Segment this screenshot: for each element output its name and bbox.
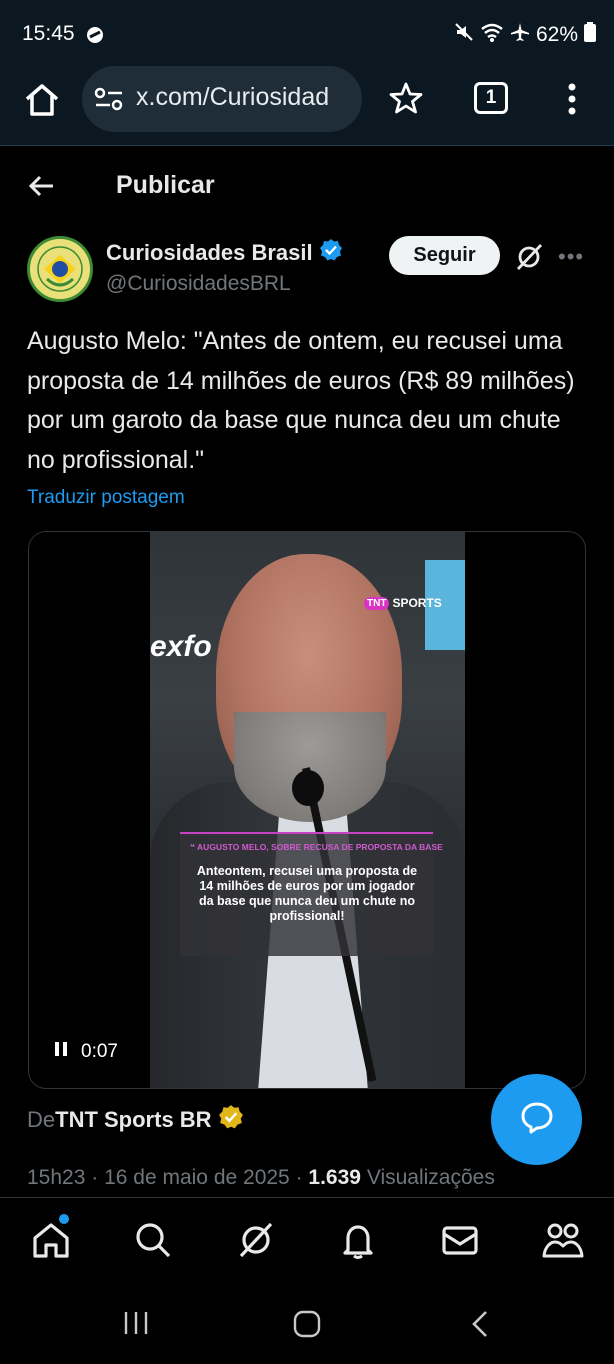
tab-switcher-button[interactable]: 1	[474, 82, 508, 114]
video-controls: 0:07	[53, 1040, 118, 1064]
pause-icon[interactable]	[53, 1040, 69, 1064]
mute-icon	[454, 22, 474, 48]
post-date: 16 de maio de 2025	[104, 1166, 290, 1189]
video-caption-card: ❝ AUGUSTO MELO, SOBRE RECUSA DE PROPOSTA…	[180, 832, 443, 956]
verified-org-badge-icon	[218, 1104, 244, 1136]
bell-icon	[343, 1225, 373, 1259]
search-icon	[136, 1223, 171, 1258]
caption-body: Anteontem, recusei uma proposta de 14 mi…	[196, 864, 418, 923]
author-handle[interactable]: @CuriosidadesBRL	[106, 272, 291, 296]
verified-badge-icon	[319, 238, 343, 268]
system-navigation-bar	[0, 1283, 614, 1364]
more-options-icon[interactable]: •••	[558, 244, 584, 270]
url-text: x.com/Curiosidad	[136, 83, 330, 111]
video-frame: exfo TNT SPORTS ❝ AUGUSTO MELO, SOBRE RE…	[150, 532, 465, 1088]
caption-header-text: AUGUSTO MELO, SOBRE RECUSA DE PROPOSTA D…	[197, 842, 443, 852]
video-elapsed-time: 0:07	[81, 1041, 118, 1062]
tab-notifications[interactable]	[338, 1220, 378, 1260]
recent-apps-icon[interactable]	[122, 1309, 150, 1342]
tab-communities[interactable]	[542, 1220, 584, 1260]
views-label: Visualizações	[366, 1166, 495, 1189]
post-meta: 15h23 · 16 de maio de 2025 · 1.639 Visua…	[27, 1166, 495, 1189]
address-bar[interactable]: x.com/Curiosidad	[82, 66, 362, 132]
source-prefix: De	[27, 1107, 56, 1132]
views-count: 1.639	[308, 1166, 361, 1189]
page-title: Publicar	[116, 171, 215, 199]
caption-header: ❝ AUGUSTO MELO, SOBRE RECUSA DE PROPOSTA…	[190, 842, 443, 852]
home-icon	[33, 1223, 69, 1258]
battery-icon	[584, 22, 596, 48]
dnd-icon	[86, 26, 104, 49]
notification-dot	[59, 1214, 69, 1224]
wifi-icon	[480, 22, 504, 48]
tab-home[interactable]	[31, 1214, 71, 1260]
status-indicators: 62%	[454, 22, 596, 48]
airplane-icon	[510, 22, 530, 48]
microphone-icon	[292, 770, 324, 806]
follow-button[interactable]: Seguir	[389, 236, 500, 275]
tab-search[interactable]	[133, 1220, 173, 1260]
browser-home-icon[interactable]	[22, 80, 62, 120]
tnt-logo: TNT	[364, 596, 390, 610]
tab-grok[interactable]	[236, 1220, 276, 1260]
background-sponsor-text: exfo	[150, 630, 212, 663]
bottom-tab-bar	[0, 1197, 614, 1283]
post-text: Augusto Melo: "Antes de ontem, eu recuse…	[27, 327, 575, 474]
tnt-sports-label: SPORTS	[392, 596, 442, 610]
bookmark-star-icon[interactable]	[388, 80, 424, 121]
author-name-row[interactable]: Curiosidades Brasil	[106, 238, 343, 268]
compose-icon	[519, 1099, 555, 1140]
grok-icon[interactable]	[514, 242, 544, 277]
source-account-link[interactable]: TNT Sports BR	[55, 1107, 211, 1133]
video-source: De TNT Sports BR	[27, 1104, 244, 1136]
video-player[interactable]: exfo TNT SPORTS ❝ AUGUSTO MELO, SOBRE RE…	[28, 531, 586, 1089]
translate-link[interactable]: Traduzir postagem	[27, 487, 185, 509]
status-time: 15:45	[22, 22, 75, 45]
back-arrow-icon[interactable]	[26, 171, 56, 206]
author-name[interactable]: Curiosidades Brasil	[106, 240, 313, 266]
system-back-icon[interactable]	[470, 1309, 490, 1344]
mail-icon	[442, 1226, 478, 1255]
browser-toolbar: x.com/Curiosidad 1	[0, 66, 614, 146]
compose-button[interactable]	[491, 1074, 582, 1165]
battery-percent: 62%	[535, 23, 578, 46]
grok-icon	[239, 1222, 273, 1258]
page-header: Publicar	[0, 147, 614, 227]
browser-menu-icon[interactable]	[566, 82, 578, 121]
post-time: 15h23	[27, 1166, 86, 1189]
tnt-sports-watermark: TNT SPORTS	[364, 596, 442, 610]
tab-messages[interactable]	[440, 1220, 480, 1260]
communities-icon	[542, 1223, 584, 1258]
avatar[interactable]	[27, 236, 93, 302]
system-home-icon[interactable]	[292, 1309, 322, 1344]
site-settings-icon[interactable]	[94, 86, 124, 117]
status-bar: 15:45 62%	[0, 0, 614, 66]
